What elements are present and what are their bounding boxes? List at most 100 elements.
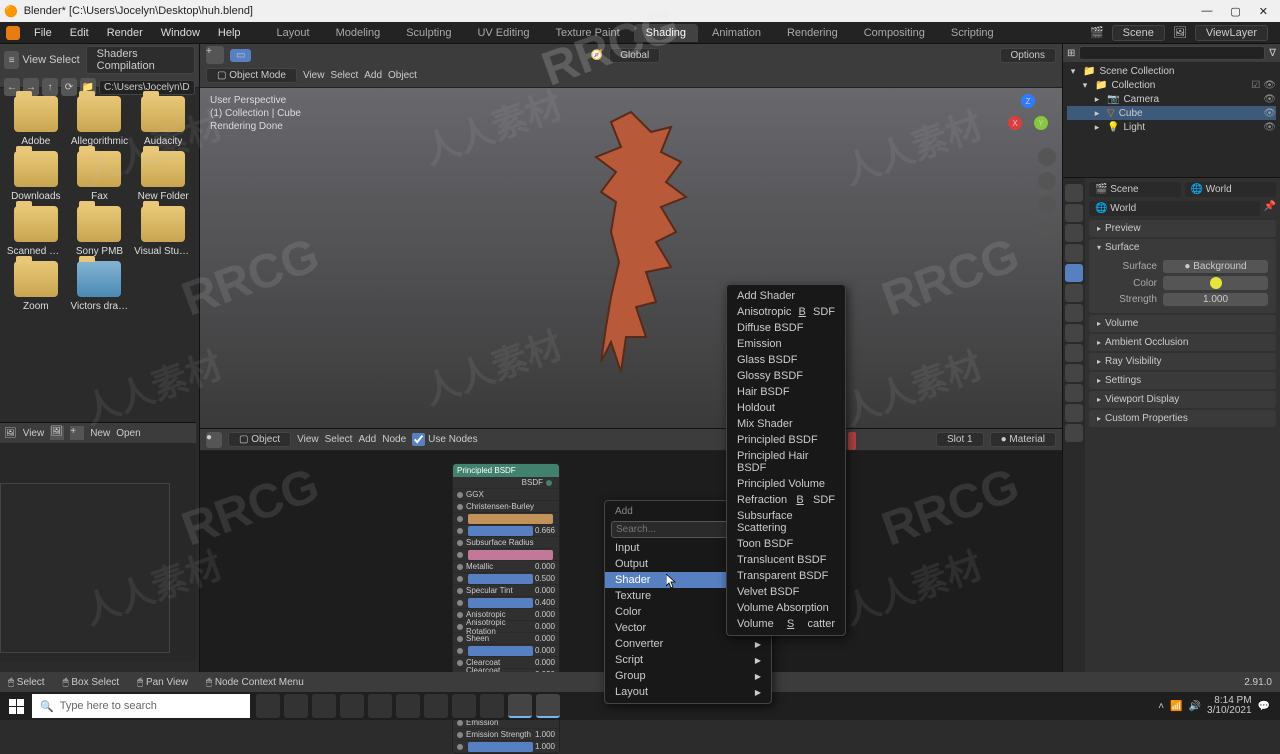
word-icon[interactable] <box>480 694 504 718</box>
node-param-row[interactable]: 0.000 <box>453 645 559 657</box>
node-param-row[interactable]: 0.400 <box>453 597 559 609</box>
move-icon[interactable] <box>1038 172 1056 190</box>
explorer-icon[interactable] <box>340 694 364 718</box>
panel-custom-props[interactable]: Custom Properties <box>1089 410 1276 427</box>
ws-scripting[interactable]: Scripting <box>939 24 1006 42</box>
folder-item[interactable]: Visual Studio... <box>133 206 193 257</box>
pin-icon[interactable]: 📌 <box>1264 201 1276 216</box>
uv-open[interactable]: Open <box>116 428 140 439</box>
vp-view[interactable]: View <box>303 70 325 81</box>
shader-item[interactable]: Glass BSDF <box>727 352 845 368</box>
ws-compositing[interactable]: Compositing <box>852 24 937 42</box>
prop-tab-data[interactable] <box>1065 384 1083 402</box>
shader-item[interactable]: Subsurface Scattering <box>727 508 845 536</box>
outliner-light[interactable]: ▸💡Light👁 <box>1067 120 1276 134</box>
fb-select[interactable]: Select <box>49 54 80 66</box>
material-select[interactable]: ● Material <box>990 432 1056 447</box>
shader-item[interactable]: Diffuse BSDF <box>727 320 845 336</box>
outliner-search[interactable] <box>1079 46 1265 60</box>
wifi-icon[interactable]: 📶 <box>1170 701 1182 712</box>
cursor-tool-icon[interactable]: + <box>206 46 224 64</box>
node-param-row[interactable] <box>453 549 559 561</box>
edge-icon[interactable] <box>424 694 448 718</box>
3d-viewport[interactable]: User Perspective (1) Collection | Cube R… <box>200 88 1062 428</box>
prop-tab-render[interactable] <box>1065 184 1083 202</box>
prop-tab-scene[interactable] <box>1065 244 1083 262</box>
persp-ortho-icon[interactable] <box>1038 220 1056 238</box>
panel-viewport-display[interactable]: Viewport Display <box>1089 391 1276 408</box>
node-param-row[interactable]: 0.666 <box>453 525 559 537</box>
notifications-icon[interactable]: 💬 <box>1258 701 1270 712</box>
obs-icon[interactable] <box>536 694 560 718</box>
fb-hamburger-icon[interactable]: ≡ <box>4 51 19 69</box>
panel-surface[interactable]: Surface <box>1089 239 1276 256</box>
object-mode-select[interactable]: ▢ Object Mode <box>206 68 297 83</box>
camera-icon[interactable] <box>1038 196 1056 214</box>
panel-volume[interactable]: Volume <box>1089 315 1276 332</box>
shader-item[interactable]: Toon BSDF <box>727 536 845 552</box>
ws-sculpting[interactable]: Sculpting <box>394 24 463 42</box>
panel-ao[interactable]: Ambient Occlusion <box>1089 334 1276 351</box>
taskbar-search[interactable]: 🔍 Type here to search <box>32 694 250 718</box>
uv-mode-icon[interactable]: 🖼 <box>4 428 17 439</box>
shader-item[interactable]: Translucent BSDF <box>727 552 845 568</box>
panel-settings[interactable]: Settings <box>1089 372 1276 389</box>
folder-item[interactable]: Allegorithmic <box>70 96 130 147</box>
prop-tab-particle[interactable] <box>1065 324 1083 342</box>
node-type-select[interactable]: ▢ Object <box>228 432 291 447</box>
use-nodes-checkbox[interactable]: Use Nodes <box>412 433 477 446</box>
task-view-icon[interactable] <box>284 694 308 718</box>
prop-tab-view[interactable] <box>1065 224 1083 242</box>
strength-value[interactable]: 1.000 <box>1163 293 1268 306</box>
prop-tab-object[interactable] <box>1065 284 1083 302</box>
vp-select[interactable]: Select <box>330 70 358 81</box>
ne-view[interactable]: View <box>297 434 319 445</box>
ws-texturepaint[interactable]: Texture Paint <box>543 24 631 42</box>
uv-view[interactable]: View <box>23 428 45 439</box>
prop-tab-modifier[interactable] <box>1065 304 1083 322</box>
vp-object[interactable]: Object <box>388 70 417 81</box>
outliner-scene-collection[interactable]: ▾📁Scene Collection <box>1067 64 1276 78</box>
node-param-row[interactable]: 1.000 <box>453 741 559 753</box>
ne-add[interactable]: Add <box>358 434 376 445</box>
close-button[interactable]: ✕ <box>1259 5 1268 18</box>
node-param-row[interactable]: Sheen0.000 <box>453 633 559 645</box>
app-icon[interactable] <box>452 694 476 718</box>
ne-select[interactable]: Select <box>325 434 353 445</box>
ws-modeling[interactable]: Modeling <box>324 24 393 42</box>
fb-view[interactable]: View <box>22 54 46 66</box>
add-cat-script[interactable]: Script▶ <box>605 652 771 668</box>
orientation-select[interactable]: Global <box>609 48 660 63</box>
folder-item[interactable]: Audacity <box>133 96 193 147</box>
slot-select[interactable]: Slot 1 <box>936 432 984 447</box>
ws-shading[interactable]: Shading <box>634 24 698 42</box>
volume-icon[interactable]: 🔊 <box>1189 701 1201 712</box>
outliner-mode-icon[interactable]: ⊞ <box>1067 48 1075 59</box>
world-block-field[interactable]: 🌐 World <box>1089 201 1260 216</box>
add-cat-layout[interactable]: Layout▶ <box>605 684 771 700</box>
shader-item[interactable]: Mix Shader <box>727 416 845 432</box>
ws-rendering[interactable]: Rendering <box>775 24 850 42</box>
prop-tab-physics[interactable] <box>1065 344 1083 362</box>
shader-item[interactable]: Volume Absorption <box>727 600 845 616</box>
clock[interactable]: 8:14 PM3/10/2021 <box>1207 696 1252 716</box>
shader-item[interactable]: Transparent BSDF <box>727 568 845 584</box>
node-param-row[interactable]: Emission Strength1.000 <box>453 729 559 741</box>
prop-tab-material[interactable] <box>1065 404 1083 422</box>
select-tool-button[interactable]: ▭ <box>230 49 251 62</box>
node-param-row[interactable]: Metallic0.000 <box>453 561 559 573</box>
outliner-collection[interactable]: ▾📁Collection☑👁 <box>1067 78 1276 92</box>
node-param-row[interactable]: Subsurface Radius <box>453 537 559 549</box>
scene-field[interactable]: 🎬 Scene <box>1089 182 1181 197</box>
minimize-button[interactable]: — <box>1201 5 1212 18</box>
cortana-icon[interactable] <box>256 694 280 718</box>
filter-icon[interactable]: ∇ <box>1269 48 1276 59</box>
node-param-row[interactable]: Specular Tint0.000 <box>453 585 559 597</box>
shader-item[interactable]: Emission <box>727 336 845 352</box>
ws-layout[interactable]: Layout <box>265 24 322 42</box>
panel-ray[interactable]: Ray Visibility <box>1089 353 1276 370</box>
shader-item[interactable]: Add Shader <box>727 288 845 304</box>
folder-item[interactable]: New Folder <box>133 151 193 202</box>
folder-item[interactable]: Scanned Doc... <box>6 206 66 257</box>
shader-item[interactable]: Volume Scatter <box>727 616 845 632</box>
